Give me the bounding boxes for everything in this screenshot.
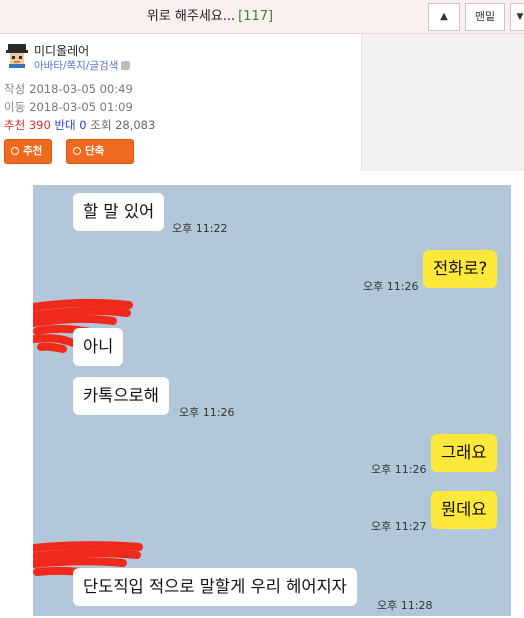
chat-bubble-sent: 전화로? [423, 250, 498, 288]
views-label: 조회 [90, 118, 112, 132]
go-bottom-button[interactable]: 맨밑 [465, 3, 505, 31]
ad-panel [361, 34, 524, 171]
oppose-count: 0 [79, 118, 87, 132]
recommend-count: 390 [28, 118, 51, 132]
chat-bubble-received: 할 말 있어 [73, 193, 165, 231]
chat-bubble-sent: 그래요 [431, 434, 497, 472]
short-url-button[interactable]: 단축URL [66, 139, 134, 180]
author-name[interactable]: 미디올레어 [34, 42, 89, 59]
moved-date: 이동 2018-03-05 01:09 [4, 99, 133, 115]
circle-icon [11, 147, 19, 155]
chat-time: 오후 11:28 [377, 599, 433, 612]
chat-bubble-sent: 뭔데요 [431, 491, 497, 529]
recommend-label: 추천 [4, 118, 26, 132]
chat-time: 오후 11:26 [179, 406, 235, 419]
author-links[interactable]: 아바타/쪽지/글검색 [34, 58, 131, 73]
avatar-icon[interactable] [4, 42, 30, 68]
post-title-text: 위로 해주세요... [146, 9, 236, 24]
scroll-down-button[interactable]: ▼ [510, 3, 524, 31]
chat-screenshot: 할 말 있어 오후 11:22 오후 11:26 전화로? 아니 카톡으로해 오… [33, 185, 511, 616]
oppose-label: 반대 [54, 118, 76, 132]
chat-time: 오후 11:22 [172, 222, 228, 235]
vote-stats: 추천 390 반대 0 조회 28,083 [4, 117, 155, 133]
recommend-button-label: 추천 [23, 145, 43, 157]
scroll-up-button[interactable]: ▲ [428, 3, 460, 31]
chat-bubble-received: 카톡으로해 [73, 377, 169, 415]
moved-value: 2018-03-05 01:09 [29, 100, 133, 114]
chat-time: 오후 11:26 [371, 463, 427, 476]
created-date: 작성 2018-03-05 00:49 [4, 81, 133, 97]
circle-icon [73, 147, 81, 155]
post-title: 위로 해주세요... [117] [0, 0, 420, 34]
chat-time: 오후 11:26 [363, 280, 419, 293]
member-level-icon [121, 61, 131, 70]
author-links-text[interactable]: 아바타/쪽지/글검색 [34, 60, 118, 72]
page: 위로 해주세요... [117] ▲ 맨밑 ▼ 미디올레어 아바타/쪽지/글검색 … [0, 0, 524, 618]
post-header-bar: 위로 해주세요... [117] ▲ 맨밑 ▼ [0, 0, 524, 34]
chat-time: 오후 11:27 [371, 520, 427, 533]
chat-bubble-received: 아니 [73, 328, 124, 366]
created-label: 작성 [4, 82, 26, 96]
comment-count[interactable]: [117] [238, 9, 273, 24]
chat-bubble-received: 단도직입 적으로 말할게 우리 헤어지자 [73, 568, 357, 606]
views-count: 28,083 [115, 118, 156, 132]
created-value: 2018-03-05 00:49 [29, 82, 133, 96]
moved-label: 이동 [4, 100, 26, 114]
recommend-button[interactable]: 추천 [4, 139, 52, 164]
